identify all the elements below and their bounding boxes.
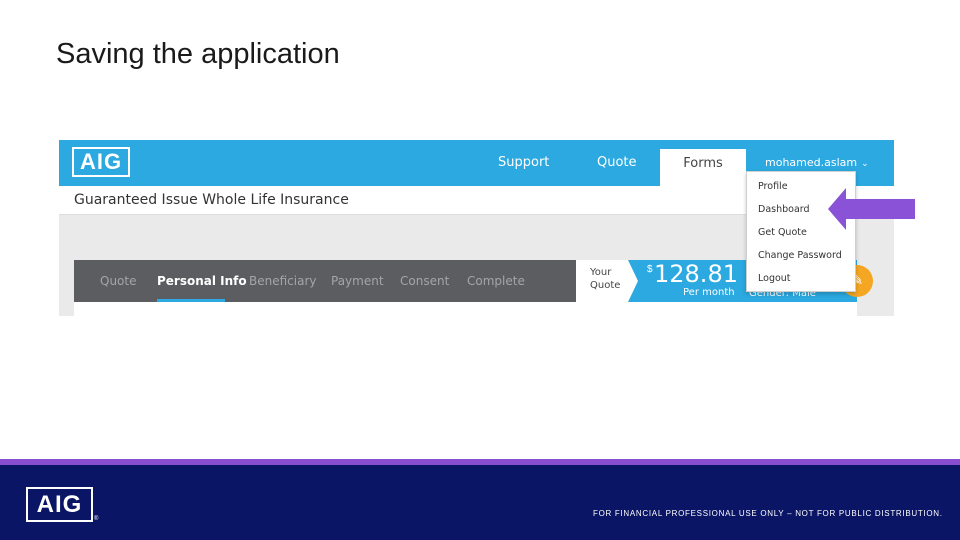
- step-personal-info[interactable]: Personal Info: [157, 260, 247, 302]
- form-area: [74, 302, 857, 316]
- quote-label-line2: Quote: [590, 280, 621, 291]
- footer-aig-logo: AIG: [26, 487, 93, 522]
- slide: Saving the application AIG Support Quote…: [0, 0, 960, 540]
- progress-steps: Quote Personal Info Beneficiary Payment …: [74, 260, 576, 302]
- step-payment[interactable]: Payment: [331, 260, 384, 302]
- step-complete[interactable]: Complete: [467, 260, 525, 302]
- menu-item-profile[interactable]: Profile: [758, 181, 788, 192]
- chevron-down-icon: ⌄: [861, 159, 869, 169]
- menu-item-get-quote[interactable]: Get Quote: [758, 227, 807, 238]
- menu-item-change-password[interactable]: Change Password: [758, 250, 842, 261]
- nav-quote[interactable]: Quote: [597, 140, 637, 186]
- price-amount: 128.81: [654, 260, 738, 288]
- nav-support[interactable]: Support: [498, 140, 549, 186]
- step-beneficiary[interactable]: Beneficiary: [249, 260, 316, 302]
- price-currency: $: [647, 264, 653, 275]
- price-period: Per month: [683, 287, 735, 298]
- app-screenshot: AIG Support Quote Forms mohamed.aslam ⌄ G…: [59, 140, 894, 316]
- menu-item-logout[interactable]: Logout: [758, 273, 791, 284]
- nav-forms-tab[interactable]: Forms: [660, 149, 746, 186]
- aig-logo[interactable]: AIG: [72, 147, 130, 177]
- price-panel-notch: [628, 260, 638, 302]
- registered-mark: ®: [94, 516, 99, 522]
- your-quote-label: Your Quote: [590, 266, 620, 292]
- product-title: Guaranteed Issue Whole Life Insurance: [74, 192, 349, 208]
- step-quote[interactable]: Quote: [100, 260, 136, 302]
- arrow-left-icon: [828, 188, 915, 230]
- slide-title: Saving the application: [56, 38, 340, 70]
- user-name: mohamed.aslam: [765, 156, 858, 169]
- your-quote-label-box: Your Quote: [576, 260, 628, 302]
- menu-item-dashboard[interactable]: Dashboard: [758, 204, 810, 215]
- footer: [0, 465, 960, 540]
- footer-disclaimer: FOR FINANCIAL PROFESSIONAL USE ONLY – NO…: [593, 509, 943, 518]
- quote-label-line1: Your: [590, 267, 612, 278]
- step-consent[interactable]: Consent: [400, 260, 449, 302]
